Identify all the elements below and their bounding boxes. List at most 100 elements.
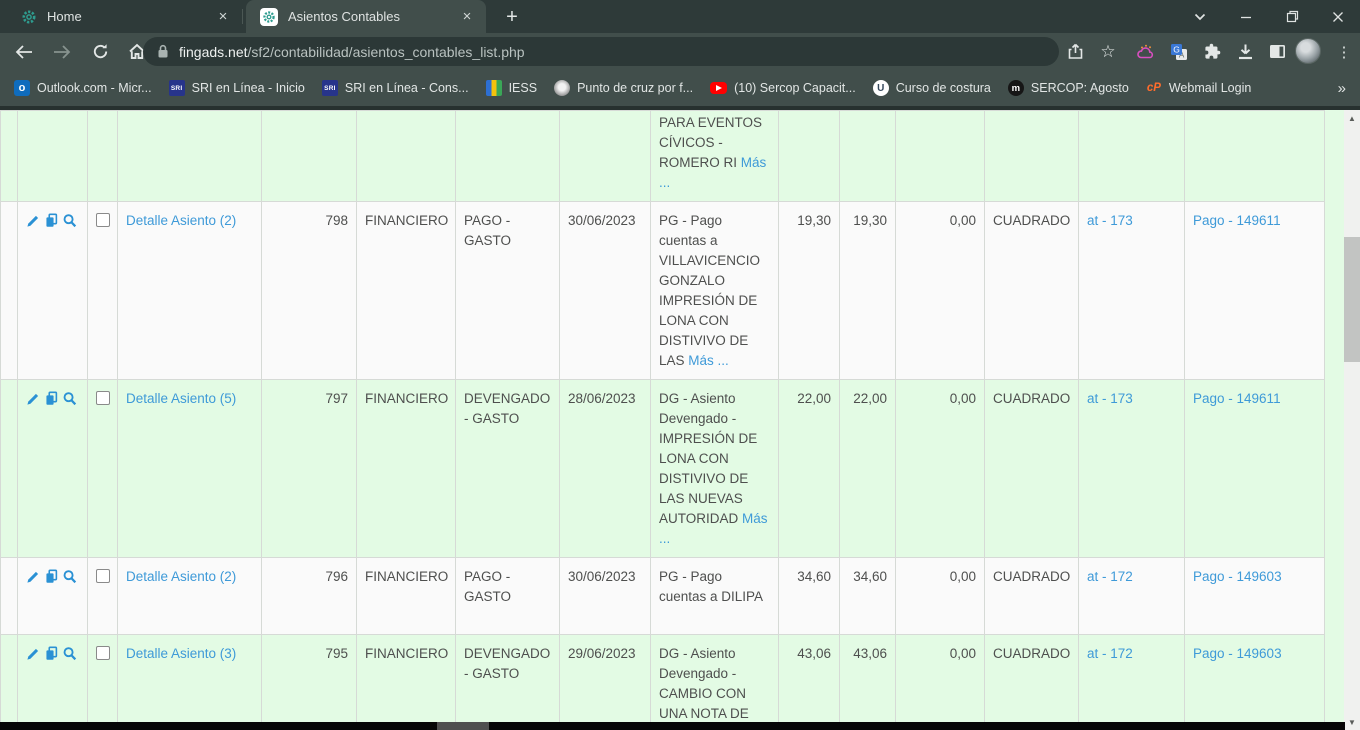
cell-modulo: FINANCIERO bbox=[357, 635, 456, 730]
detalle-asiento-link[interactable]: Detalle Asiento (2) bbox=[126, 213, 236, 228]
edit-pencil-icon[interactable] bbox=[26, 213, 41, 228]
tab-title: Home bbox=[47, 9, 214, 24]
gear-favicon-icon bbox=[260, 8, 278, 26]
detalle-asiento-link[interactable]: Detalle Asiento (5) bbox=[126, 391, 236, 406]
bookmark-label: Webmail Login bbox=[1169, 81, 1251, 95]
restore-button[interactable] bbox=[1272, 0, 1312, 33]
pago-link[interactable]: Pago - 149603 bbox=[1193, 646, 1282, 661]
tab-asientos-contables[interactable]: Asientos Contables × bbox=[246, 0, 486, 33]
pago-link[interactable]: Pago - 149611 bbox=[1193, 213, 1281, 228]
search-magnifier-icon[interactable] bbox=[62, 646, 77, 661]
scroll-up-icon[interactable]: ▲ bbox=[1344, 110, 1360, 126]
bottom-black-bar bbox=[0, 722, 1345, 730]
bookmark-iess[interactable]: IESS bbox=[486, 80, 538, 96]
table-row: PARA EVENTOS CÍVICOS - ROMERO RI Más ... bbox=[1, 111, 1325, 202]
copy-icon[interactable] bbox=[44, 569, 59, 584]
cell-pago: Pago - 149611 bbox=[1185, 202, 1325, 380]
bookmarks-overflow-icon[interactable]: » bbox=[1338, 80, 1346, 97]
cell-checkbox bbox=[88, 635, 118, 730]
cell-haber: 43,06 bbox=[840, 635, 896, 730]
side-panel-icon[interactable] bbox=[1261, 33, 1293, 70]
cell-haber: 19,30 bbox=[840, 202, 896, 380]
cell-modulo: FINANCIERO bbox=[357, 380, 456, 558]
weather-extension-icon[interactable] bbox=[1131, 33, 1163, 70]
bookmark-sri-consultas[interactable]: SRI SRI en Línea - Cons... bbox=[322, 80, 469, 96]
row-checkbox[interactable] bbox=[96, 213, 110, 227]
cell-haber: 22,00 bbox=[840, 380, 896, 558]
scroll-down-icon[interactable]: ▼ bbox=[1344, 714, 1360, 730]
at-link[interactable]: at - 173 bbox=[1087, 391, 1133, 406]
tab-close-icon[interactable]: × bbox=[214, 8, 232, 26]
row-checkbox[interactable] bbox=[96, 391, 110, 405]
back-arrow-icon[interactable] bbox=[8, 33, 40, 70]
pago-link[interactable]: Pago - 149603 bbox=[1193, 569, 1282, 584]
cell-debe: 43,06 bbox=[779, 635, 840, 730]
cell-actions bbox=[18, 202, 88, 380]
udemy-icon: U bbox=[873, 80, 889, 96]
search-magnifier-icon[interactable] bbox=[62, 391, 77, 406]
cell-actions bbox=[18, 380, 88, 558]
bookmark-outlook[interactable]: o Outlook.com - Micr... bbox=[14, 80, 152, 96]
pago-link[interactable]: Pago - 149611 bbox=[1193, 391, 1281, 406]
cell-tipo: DEVENGADO - GASTO bbox=[456, 635, 560, 730]
bookmark-sercop-youtube[interactable]: (10) Sercop Capacit... bbox=[710, 81, 856, 95]
bookmark-punto-de-cruz[interactable]: Punto de cruz por f... bbox=[554, 80, 693, 96]
close-button[interactable] bbox=[1318, 0, 1358, 33]
edit-pencil-icon[interactable] bbox=[26, 569, 41, 584]
browser-toolbar: fingads.net/sf2/contabilidad/asientos_co… bbox=[0, 33, 1360, 70]
detalle-asiento-link[interactable]: Detalle Asiento (2) bbox=[126, 569, 236, 584]
download-icon[interactable] bbox=[1229, 33, 1261, 70]
photo-icon bbox=[554, 80, 570, 96]
cell-diferencia: 0,00 bbox=[896, 558, 985, 635]
bookmark-webmail[interactable]: cP Webmail Login bbox=[1146, 80, 1251, 96]
cell-descripcion: PG - Pago cuentas a DILIPA bbox=[651, 558, 779, 635]
new-tab-button[interactable]: + bbox=[498, 3, 526, 31]
search-magnifier-icon[interactable] bbox=[62, 569, 77, 584]
profile-avatar[interactable] bbox=[1295, 38, 1321, 64]
at-link[interactable]: at - 172 bbox=[1087, 569, 1133, 584]
bookmark-label: SRI en Línea - Cons... bbox=[345, 81, 469, 95]
svg-text:G: G bbox=[1173, 44, 1180, 54]
copy-icon[interactable] bbox=[44, 391, 59, 406]
copy-icon[interactable] bbox=[44, 646, 59, 661]
cell-estado: CUADRADO bbox=[985, 635, 1079, 730]
row-checkbox[interactable] bbox=[96, 646, 110, 660]
address-bar[interactable]: fingads.net/sf2/contabilidad/asientos_co… bbox=[143, 37, 1059, 66]
copy-icon[interactable] bbox=[44, 213, 59, 228]
cell-pago: Pago - 149611 bbox=[1185, 380, 1325, 558]
search-magnifier-icon[interactable] bbox=[62, 213, 77, 228]
star-bookmark-icon[interactable]: ☆ bbox=[1092, 33, 1124, 70]
puzzle-extension-icon[interactable] bbox=[1196, 33, 1228, 70]
edit-pencil-icon[interactable] bbox=[26, 646, 41, 661]
forward-arrow-icon[interactable] bbox=[46, 33, 78, 70]
share-icon[interactable] bbox=[1059, 33, 1091, 70]
cell-descripcion: DG - Asiento Devengado - IMPRESIÓN DE LO… bbox=[651, 380, 779, 558]
bookmark-sri-inicio[interactable]: SRI SRI en Línea - Inicio bbox=[169, 80, 305, 96]
vertical-scrollbar[interactable]: ▲ ▼ bbox=[1344, 110, 1360, 730]
outlook-icon: o bbox=[14, 80, 30, 96]
tab-home[interactable]: Home × bbox=[0, 0, 242, 33]
tab-close-icon[interactable]: × bbox=[458, 8, 476, 26]
row-checkbox[interactable] bbox=[96, 569, 110, 583]
scrollbar-thumb[interactable] bbox=[1344, 237, 1360, 362]
reload-icon[interactable] bbox=[84, 33, 116, 70]
bookmark-curso-costura[interactable]: U Curso de costura bbox=[873, 80, 991, 96]
edit-pencil-icon[interactable] bbox=[26, 391, 41, 406]
cpanel-icon: cP bbox=[1146, 80, 1162, 96]
tab-search-chevron-icon[interactable] bbox=[1180, 0, 1220, 33]
at-link[interactable]: at - 173 bbox=[1087, 213, 1133, 228]
bookmark-label: Outlook.com - Micr... bbox=[37, 81, 152, 95]
bookmark-sercop-agosto[interactable]: m SERCOP: Agosto bbox=[1008, 80, 1129, 96]
titlebar-tabstrip: Home × Asientos Contables × + bbox=[0, 0, 1360, 33]
detalle-asiento-link[interactable]: Detalle Asiento (3) bbox=[126, 646, 236, 661]
translate-extension-icon[interactable]: A G bbox=[1163, 33, 1195, 70]
bookmark-label: (10) Sercop Capacit... bbox=[734, 81, 856, 95]
minimize-button[interactable] bbox=[1226, 0, 1266, 33]
table-row: Detalle Asiento (3) 795 FINANCIERO DEVEN… bbox=[1, 635, 1325, 730]
kebab-menu-icon[interactable]: ⋮ bbox=[1328, 33, 1360, 70]
at-link[interactable]: at - 172 bbox=[1087, 646, 1133, 661]
more-link[interactable]: Más ... bbox=[688, 353, 729, 368]
cell-descripcion: PG - Pago cuentas a VILLAVICENCIO GONZAL… bbox=[651, 202, 779, 380]
cell-detalle: Detalle Asiento (5) bbox=[118, 380, 262, 558]
tab-separator bbox=[242, 9, 243, 24]
